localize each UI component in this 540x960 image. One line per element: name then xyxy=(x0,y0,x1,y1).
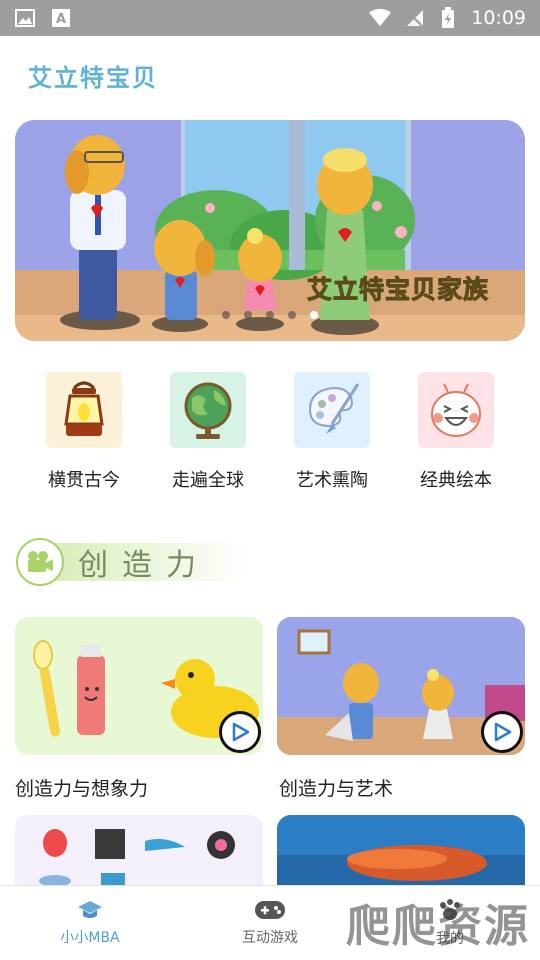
category-label: 走遍全球 xyxy=(172,470,244,491)
category-label: 横贯古今 xyxy=(48,470,120,491)
card-thumbnail xyxy=(15,815,263,885)
video-card-creativity-art[interactable] xyxy=(277,617,525,755)
smiley-face-icon xyxy=(418,372,494,448)
gamepad-icon xyxy=(255,901,285,919)
image-notification-icon xyxy=(14,7,36,29)
banner-carousel[interactable]: 艾立特宝贝家族 xyxy=(15,120,525,341)
palette-icon xyxy=(294,372,370,448)
font-notification-icon: A xyxy=(50,7,72,29)
card-title[interactable]: 创造力与艺术 xyxy=(279,774,393,801)
banner-caption: 艾立特宝贝家族 xyxy=(306,275,489,305)
carousel-dot[interactable] xyxy=(244,311,252,319)
category-label: 经典绘本 xyxy=(420,470,492,491)
nav-tab-games[interactable]: 互动游戏 xyxy=(180,886,360,960)
globe-icon xyxy=(170,372,246,448)
video-card-third[interactable] xyxy=(15,815,263,885)
status-bar: A 10:09 xyxy=(0,0,540,36)
card-thumbnail xyxy=(277,815,525,885)
play-button[interactable] xyxy=(481,711,523,753)
nav-label: 互动游戏 xyxy=(242,930,298,946)
category-art[interactable]: 艺术熏陶 xyxy=(282,372,382,502)
svg-text:A: A xyxy=(56,12,66,27)
category-label: 艺术熏陶 xyxy=(296,470,368,491)
video-camera-icon xyxy=(16,538,64,586)
nav-tab-mba[interactable]: 小小MBA xyxy=(0,886,180,960)
graduation-cap-icon xyxy=(78,901,102,918)
carousel-dot[interactable] xyxy=(266,311,274,319)
carousel-dot[interactable] xyxy=(222,311,230,319)
play-icon xyxy=(494,722,512,742)
video-card-fourth[interactable] xyxy=(277,815,525,885)
section-title: 创造力 xyxy=(78,548,210,583)
play-button[interactable] xyxy=(219,711,261,753)
banner-illustration xyxy=(15,120,525,341)
app-root: A 10:09 艾立特宝贝 艾立特宝贝家族 横贯古今 走遍全球 艺术熏陶 经典绘… xyxy=(0,0,540,960)
no-signal-icon xyxy=(403,7,425,29)
category-world[interactable]: 走遍全球 xyxy=(158,372,258,502)
carousel-dot[interactable] xyxy=(288,311,296,319)
carousel-dot-active[interactable] xyxy=(310,311,318,319)
status-time: 10:09 xyxy=(471,7,526,29)
watermark: 爬爬资源 xyxy=(346,901,530,952)
category-grid: 横贯古今 走遍全球 艺术熏陶 经典绘本 xyxy=(0,372,540,502)
video-card-creativity-imagination[interactable] xyxy=(15,617,263,755)
carousel-indicator xyxy=(222,311,318,319)
lantern-icon xyxy=(46,372,122,448)
section-header-creativity: 创造力 xyxy=(16,537,248,587)
app-title: 艾立特宝贝 xyxy=(28,64,158,92)
nav-label: 小小MBA xyxy=(60,930,120,946)
category-picture-books[interactable]: 经典绘本 xyxy=(406,372,506,502)
battery-charging-icon xyxy=(437,7,459,29)
category-history[interactable]: 横贯古今 xyxy=(34,372,134,502)
wifi-icon xyxy=(369,7,392,29)
play-icon xyxy=(232,722,250,742)
card-title[interactable]: 创造力与想象力 xyxy=(15,774,148,801)
